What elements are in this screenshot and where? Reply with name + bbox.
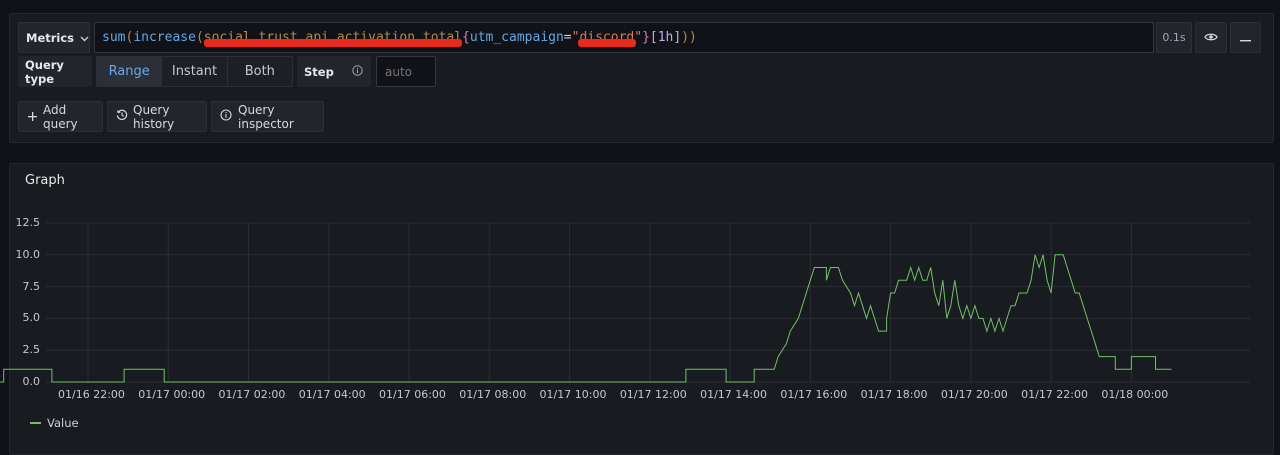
query-token-sum: sum bbox=[102, 30, 126, 45]
legend-label[interactable]: Value bbox=[47, 416, 79, 430]
eye-icon bbox=[1204, 31, 1218, 45]
x-tick-label: 01/17 08:00 bbox=[459, 388, 527, 401]
y-tick-label: 2.5 bbox=[22, 343, 41, 357]
query-token-value: "discord" bbox=[572, 30, 642, 47]
query-token-metric: social_trust_api_activation_total bbox=[203, 30, 463, 47]
y-tick-label: 7.5 bbox=[22, 279, 41, 293]
query-type-both-label: Both bbox=[244, 64, 275, 79]
metrics-dropdown[interactable]: Metrics bbox=[18, 22, 90, 53]
x-tick-label: 01/17 14:00 bbox=[700, 388, 767, 401]
duration-text: 0.1s bbox=[1162, 31, 1186, 44]
remove-query-button[interactable] bbox=[1230, 22, 1261, 53]
add-query-label: Add query bbox=[43, 102, 78, 131]
y-tick-label: 12.5 bbox=[15, 216, 41, 229]
query-type-label: Query type bbox=[18, 56, 92, 87]
query-type-range[interactable]: Range bbox=[97, 57, 163, 86]
query-type-both[interactable]: Both bbox=[227, 57, 292, 86]
query-type-range-label: Range bbox=[108, 64, 150, 79]
x-tick-label: 01/16 22:00 bbox=[58, 388, 125, 401]
metrics-label: Metrics bbox=[26, 30, 75, 45]
x-tick-label: 01/17 02:00 bbox=[218, 388, 286, 401]
query-token-paren: ( bbox=[195, 30, 204, 45]
query-token-eq: = bbox=[563, 30, 572, 45]
x-tick-label: 01/17 16:00 bbox=[780, 388, 848, 401]
query-type-label-text: Query type bbox=[25, 57, 64, 86]
step-input[interactable] bbox=[376, 56, 436, 87]
query-history-button[interactable]: Query history bbox=[107, 101, 207, 132]
y-tick-label: 5.0 bbox=[22, 311, 41, 325]
toggle-visibility-button[interactable] bbox=[1195, 22, 1227, 53]
redaction-mark bbox=[577, 39, 637, 47]
history-icon bbox=[116, 109, 128, 124]
legend-swatch bbox=[30, 422, 41, 424]
x-tick-label: 01/17 04:00 bbox=[298, 388, 366, 401]
info-icon bbox=[220, 109, 232, 124]
x-tick-label: 01/18 00:00 bbox=[1101, 388, 1169, 401]
step-label: Step bbox=[297, 56, 371, 87]
query-type-radio-group: Range Instant Both bbox=[96, 56, 293, 87]
query-token-paren: )) bbox=[681, 30, 697, 45]
query-inspector-button[interactable]: Query inspector bbox=[211, 101, 324, 132]
query-token-brace: } bbox=[642, 30, 650, 45]
legend: Value bbox=[30, 416, 79, 430]
x-tick-label: 01/17 20:00 bbox=[940, 388, 1008, 401]
y-tick-label: 0.0 bbox=[22, 375, 41, 388]
query-token-brace: { bbox=[462, 30, 470, 45]
x-tick-label: 01/17 22:00 bbox=[1021, 388, 1089, 401]
x-tick-label: 01/17 00:00 bbox=[138, 388, 206, 401]
x-tick-label: 01/17 06:00 bbox=[379, 388, 446, 401]
query-type-instant-label: Instant bbox=[171, 64, 218, 79]
step-label-text: Step bbox=[304, 64, 334, 79]
query-history-label: Query history bbox=[133, 102, 175, 131]
query-type-instant[interactable]: Instant bbox=[162, 57, 228, 86]
plus-icon bbox=[28, 110, 37, 124]
query-input[interactable]: sum(increase(social_trust_api_activation… bbox=[94, 22, 1154, 53]
graph-title: Graph bbox=[25, 173, 65, 188]
info-icon[interactable] bbox=[352, 64, 363, 79]
x-tick-label: 01/17 18:00 bbox=[860, 388, 928, 401]
graph-panel bbox=[9, 163, 1274, 455]
duration-badge: 0.1s bbox=[1156, 22, 1192, 53]
query-inspector-label: Query inspector bbox=[238, 102, 294, 131]
y-tick-label: 10.0 bbox=[15, 247, 41, 261]
add-query-button[interactable]: Add query bbox=[18, 101, 103, 132]
redaction-mark bbox=[203, 39, 463, 47]
minus-icon bbox=[1240, 31, 1251, 45]
query-token-range: [1h] bbox=[649, 30, 682, 45]
query-token-label: utm_campaign bbox=[469, 30, 564, 45]
x-tick-label: 01/17 12:00 bbox=[619, 388, 687, 401]
chevron-down-icon bbox=[80, 31, 89, 45]
query-token-increase: increase bbox=[133, 30, 196, 45]
x-tick-label: 01/17 10:00 bbox=[539, 388, 607, 401]
